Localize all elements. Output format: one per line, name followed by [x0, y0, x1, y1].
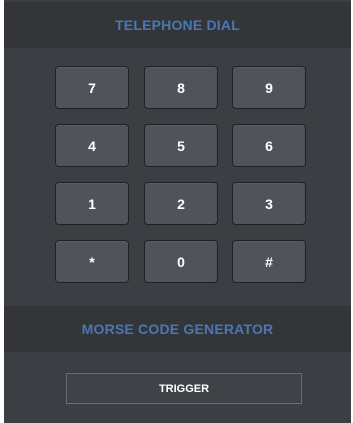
key-2[interactable]: 2: [144, 182, 218, 225]
key-hash[interactable]: #: [232, 240, 306, 283]
key-1[interactable]: 1: [55, 182, 129, 225]
key-star[interactable]: *: [55, 240, 129, 283]
telephone-dial-title: TELEPHONE DIAL: [115, 17, 240, 33]
key-3[interactable]: 3: [232, 182, 306, 225]
morse-header: MORSE CODE GENERATOR: [4, 306, 351, 352]
main-panel: TELEPHONE DIAL 7 8 9 4 5 6 1 2 3 * 0 # MORSE CODE G…: [4, 0, 351, 423]
key-6[interactable]: 6: [232, 124, 306, 167]
morse-title: MORSE CODE GENERATOR: [81, 321, 274, 337]
key-4[interactable]: 4: [55, 124, 129, 167]
key-7[interactable]: 7: [55, 66, 129, 109]
trigger-button[interactable]: TRIGGER: [66, 373, 302, 404]
key-8[interactable]: 8: [144, 66, 218, 109]
telephone-dial-header: TELEPHONE DIAL: [4, 2, 351, 48]
key-5[interactable]: 5: [144, 124, 218, 167]
key-0[interactable]: 0: [144, 240, 218, 283]
key-9[interactable]: 9: [232, 66, 306, 109]
